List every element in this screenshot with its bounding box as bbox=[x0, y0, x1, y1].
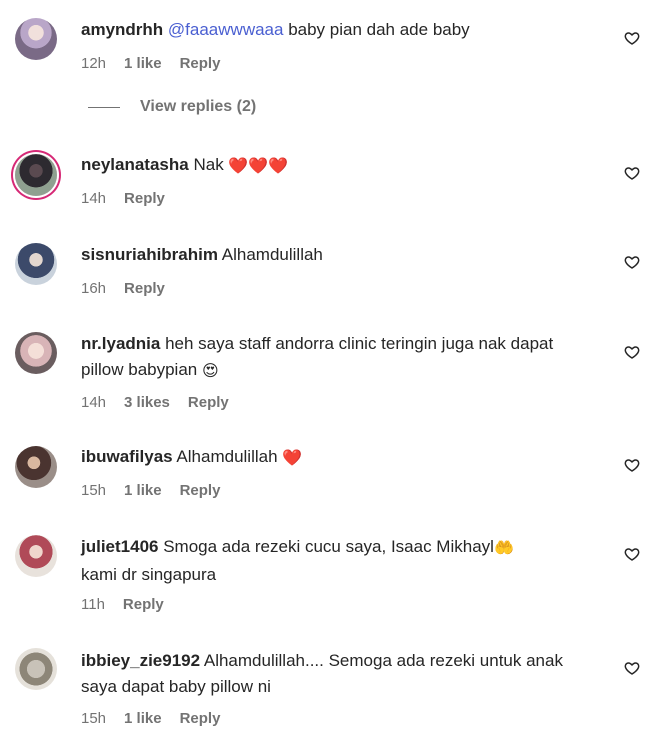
reply-button[interactable]: Reply bbox=[123, 596, 164, 613]
comment-text: Nak bbox=[188, 155, 229, 174]
heart-outline-icon[interactable] bbox=[624, 546, 640, 562]
view-replies-label[interactable]: View replies (2) bbox=[140, 98, 256, 116]
comment-meta: 14h 3 likes Reply bbox=[81, 394, 229, 411]
username[interactable]: ibbiey_zie9192 bbox=[81, 651, 200, 670]
likes-count[interactable]: 3 likes bbox=[124, 394, 170, 411]
avatar[interactable] bbox=[15, 154, 57, 196]
comment-meta: 16h Reply bbox=[81, 280, 165, 297]
username[interactable]: amyndrhh bbox=[81, 20, 163, 39]
comment-meta: 12h 1 like Reply bbox=[81, 55, 220, 72]
username[interactable]: sisnuriahibrahim bbox=[81, 245, 218, 264]
timestamp[interactable]: 11h bbox=[81, 596, 105, 613]
reply-button[interactable]: Reply bbox=[180, 710, 221, 727]
username[interactable]: ibuwafilyas bbox=[81, 447, 173, 466]
heart-outline-icon[interactable] bbox=[624, 254, 640, 270]
comment-text: Smoga ada rezeki cucu saya, Isaac Mikhay… bbox=[158, 537, 494, 556]
avatar[interactable] bbox=[15, 243, 57, 285]
timestamp[interactable]: 14h bbox=[81, 190, 106, 207]
comment-body: juliet1406 Smoga ada rezeki cucu saya, I… bbox=[81, 534, 591, 588]
comment-body: nr.lyadnia heh saya staff andorra clinic… bbox=[81, 331, 591, 385]
reply-button[interactable]: Reply bbox=[180, 55, 221, 72]
heart-outline-icon[interactable] bbox=[624, 165, 640, 181]
comment-body: ibbiey_zie9192 Alhamdulillah.... Semoga … bbox=[81, 648, 591, 700]
comment-meta: 15h 1 like Reply bbox=[81, 710, 220, 727]
timestamp[interactable]: 15h bbox=[81, 482, 106, 499]
comment-body: ibuwafilyas Alhamdulillah ❤️ bbox=[81, 444, 591, 472]
reply-button[interactable]: Reply bbox=[180, 482, 221, 499]
avatar[interactable] bbox=[15, 535, 57, 577]
heart-outline-icon[interactable] bbox=[624, 344, 640, 360]
heart-emoji: ❤️ bbox=[282, 450, 303, 467]
reply-button[interactable]: Reply bbox=[188, 394, 229, 411]
comment-meta: 15h 1 like Reply bbox=[81, 482, 220, 499]
comment-body: neylanatasha Nak ❤️❤️❤️ bbox=[81, 152, 591, 180]
reply-button[interactable]: Reply bbox=[124, 280, 165, 297]
likes-count[interactable]: 1 like bbox=[124, 710, 162, 727]
reply-button[interactable]: Reply bbox=[124, 190, 165, 207]
timestamp[interactable]: 14h bbox=[81, 394, 106, 411]
avatar[interactable] bbox=[15, 332, 57, 374]
avatar[interactable] bbox=[15, 18, 57, 60]
comment-meta: 11h Reply bbox=[81, 596, 164, 613]
comment-body: sisnuriahibrahim Alhamdulillah bbox=[81, 242, 591, 268]
likes-count[interactable]: 1 like bbox=[124, 482, 162, 499]
mention-link[interactable]: @faaawwwaaa bbox=[163, 20, 284, 39]
comment-text: Alhamdulillah bbox=[172, 447, 283, 466]
view-replies-button[interactable]: View replies (2) bbox=[88, 98, 256, 116]
timestamp[interactable]: 15h bbox=[81, 710, 106, 727]
heart-outline-icon[interactable] bbox=[624, 660, 640, 676]
username[interactable]: juliet1406 bbox=[81, 537, 159, 556]
timestamp[interactable]: 16h bbox=[81, 280, 106, 297]
username[interactable]: neylanatasha bbox=[81, 155, 189, 174]
avatar[interactable] bbox=[15, 648, 57, 690]
comment-text-line2: kami dr singapura bbox=[81, 565, 217, 584]
username[interactable]: nr.lyadnia bbox=[81, 334, 160, 353]
comment-meta: 14h Reply bbox=[81, 190, 165, 207]
timestamp[interactable]: 12h bbox=[81, 55, 106, 72]
heart-emoji: ❤️❤️❤️ bbox=[228, 158, 289, 175]
comment-text: baby pian dah ade baby bbox=[283, 20, 470, 39]
avatar[interactable] bbox=[15, 446, 57, 488]
likes-count[interactable]: 1 like bbox=[124, 55, 162, 72]
heart-eyes-emoji: 😍 bbox=[201, 363, 219, 380]
palms-up-emoji: 🤲 bbox=[493, 540, 514, 557]
comment-text: Alhamdulillah bbox=[217, 245, 323, 264]
comment-body: amyndrhh @faaawwwaaa baby pian dah ade b… bbox=[81, 17, 591, 43]
divider-line bbox=[88, 106, 120, 108]
heart-outline-icon[interactable] bbox=[624, 457, 640, 473]
heart-outline-icon[interactable] bbox=[624, 30, 640, 46]
